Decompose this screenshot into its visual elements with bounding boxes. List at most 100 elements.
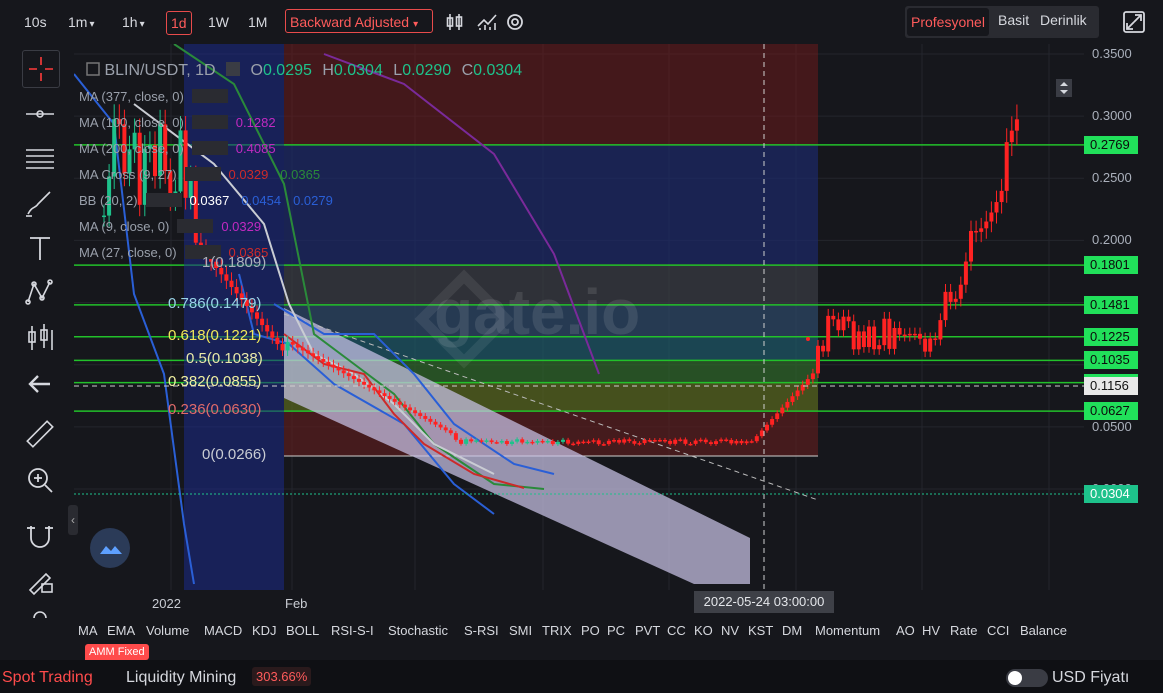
chevron-down-icon: ▾ [139, 19, 145, 30]
trading-view-logo[interactable] [90, 528, 130, 568]
mode-professional[interactable]: Profesyonel [907, 8, 989, 36]
candle-body [979, 228, 984, 232]
indicator-tab[interactable]: PO [581, 623, 600, 638]
time-axis[interactable]: 2022 Feb [74, 590, 1084, 616]
candle-body [668, 440, 673, 444]
candle-body [622, 439, 627, 443]
zoom-in-icon[interactable] [22, 462, 58, 498]
fullscreen-icon[interactable] [1122, 10, 1146, 34]
settings-icon[interactable] [226, 62, 241, 76]
candle-body [637, 443, 642, 445]
indicator-tab[interactable]: CC [667, 623, 686, 638]
candle-body [515, 439, 520, 442]
view-mode-switch: Profesyonel Basit Derinlik [905, 6, 1099, 38]
spot-trading-tab[interactable]: Spot Trading [2, 669, 93, 687]
indicator-tab[interactable]: AO [896, 623, 915, 638]
candle-body [561, 439, 565, 442]
usd-price-toggle[interactable] [1006, 669, 1048, 687]
indicator-tab[interactable]: RSI-S-I [331, 623, 374, 638]
indicator-tab[interactable]: NV [721, 623, 739, 638]
liquidity-mining-tab[interactable]: Liquidity Mining [126, 669, 236, 687]
indicator-tab[interactable]: KO [694, 623, 713, 638]
indicator-tab[interactable]: BOLL [286, 623, 319, 638]
interval-10s[interactable]: 10s [24, 11, 47, 33]
candle-body [785, 401, 790, 408]
candle-body [724, 439, 729, 442]
interval-1mo[interactable]: 1M [248, 11, 267, 33]
indicator-settings-icon[interactable] [184, 167, 221, 181]
indicator-settings-icon[interactable] [191, 89, 228, 103]
candle-body [576, 441, 581, 444]
indicator-tab[interactable]: Momentum [815, 623, 880, 638]
chart-options-icon[interactable] [1056, 79, 1072, 97]
fib-level-label: 1(0.1809) [202, 254, 267, 272]
mode-basic[interactable]: Basit [998, 12, 1029, 28]
interval-1w[interactable]: 1W [208, 11, 229, 33]
candle-body [341, 370, 346, 374]
candle-body [958, 284, 963, 299]
indicator-tab[interactable]: Balance [1020, 623, 1067, 638]
trend-line-icon[interactable] [22, 98, 58, 134]
indicator-tab[interactable]: HV [922, 623, 940, 638]
liquidity-rate-badge: 303.66% [252, 667, 312, 686]
fib-price-tag: 0.1801 [1084, 256, 1138, 275]
indicator-tab[interactable]: PC [607, 623, 625, 638]
horizontal-lines-icon[interactable] [22, 140, 58, 176]
interval-1d[interactable]: 1d [166, 11, 192, 35]
candle-body [805, 379, 810, 385]
legend-row: MA (377, close, 0) [79, 89, 236, 104]
candle-body [464, 439, 469, 444]
indicator-settings-icon[interactable] [145, 193, 182, 207]
magnet-icon[interactable] [22, 518, 58, 554]
indicator-tab[interactable]: SMI [509, 623, 532, 638]
candle-body [698, 439, 703, 442]
price-axis[interactable]: 0.35000.30000.25000.20000.15000.10000.05… [1084, 44, 1163, 590]
candle-body [331, 364, 336, 368]
indicator-tab[interactable]: S-RSI [464, 623, 499, 638]
candle-body [790, 396, 795, 402]
indicator-tab[interactable]: CCI [987, 623, 1009, 638]
indicator-tab[interactable]: Rate [950, 623, 977, 638]
candle-body [545, 441, 550, 443]
indicator-tab[interactable]: TRIX [542, 623, 572, 638]
mode-depth[interactable]: Derinlik [1040, 12, 1087, 28]
indicator-settings-icon[interactable] [191, 141, 228, 155]
close-value: 0.0304 [473, 62, 523, 79]
candle-body [300, 347, 305, 351]
price-adjust-dropdown[interactable]: Backward Adjusted ▾ [285, 9, 433, 33]
candle-body [474, 440, 479, 442]
settings-icon[interactable] [504, 11, 526, 33]
candle-body [714, 441, 718, 445]
crosshair-icon[interactable] [22, 50, 60, 88]
text-icon[interactable] [22, 230, 58, 266]
arrow-left-icon[interactable] [22, 366, 58, 402]
candle-body [510, 441, 514, 445]
indicator-tab[interactable]: Volume [146, 623, 189, 638]
indicators-icon[interactable] [476, 11, 498, 33]
candlestick-type-icon[interactable] [444, 11, 466, 33]
brush-icon[interactable] [22, 186, 58, 222]
candle-body [535, 440, 540, 443]
ruler-icon[interactable] [22, 416, 58, 452]
candle-body [882, 318, 887, 346]
indicator-tab[interactable]: MA [78, 623, 98, 638]
indicator-tab[interactable]: MACD [204, 623, 242, 638]
candle-body [821, 345, 826, 352]
indicator-settings-icon[interactable] [177, 219, 214, 233]
pattern-icon[interactable] [22, 274, 58, 310]
indicator-settings-icon[interactable] [191, 115, 228, 129]
indicator-tab[interactable]: KST [748, 623, 773, 638]
prediction-icon[interactable] [22, 320, 58, 356]
indicator-tab[interactable]: KDJ [252, 623, 277, 638]
interval-1m[interactable]: 1m ▾ [68, 11, 94, 33]
indicator-tab[interactable]: DM [782, 623, 802, 638]
interval-1h[interactable]: 1h ▾ [122, 11, 145, 33]
collapse-toolbar-button[interactable]: ‹ [68, 505, 78, 535]
candle-body [357, 378, 361, 382]
candle-body [448, 430, 453, 434]
candle-body [851, 321, 856, 350]
indicator-tab[interactable]: EMA [107, 623, 135, 638]
lock-drawing-icon[interactable] [22, 562, 58, 598]
indicator-tab[interactable]: Stochastic [388, 623, 448, 638]
indicator-tab[interactable]: PVT [635, 623, 660, 638]
